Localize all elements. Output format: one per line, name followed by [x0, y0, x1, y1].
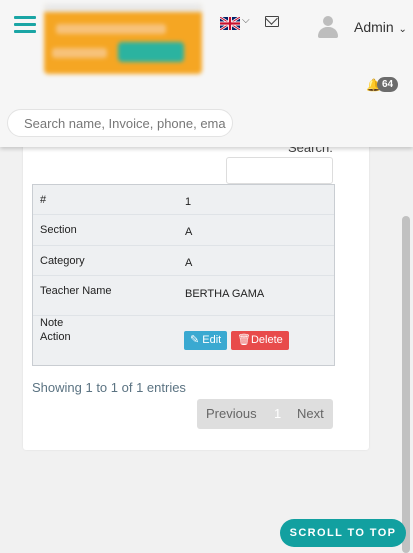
table-row: Teacher Name BERTHA GAMA [33, 276, 334, 316]
current-page-button[interactable]: 1 [274, 406, 281, 421]
table-row: # 1 [33, 185, 334, 215]
scrollbar-thumb[interactable] [402, 216, 410, 553]
envelope-icon[interactable] [265, 16, 279, 27]
global-search [7, 109, 233, 137]
table-info: Showing 1 to 1 of 1 entries [32, 380, 186, 395]
row-key: Teacher Name [40, 285, 112, 297]
row-key: Action [40, 331, 71, 343]
pagination: Previous 1 Next [197, 399, 333, 429]
global-search-input[interactable] [8, 110, 232, 136]
row-key: Note [40, 317, 64, 326]
row-key: # [40, 194, 47, 206]
edit-button[interactable]: ✎ Edit [184, 331, 228, 350]
top-header: ⌵ Admin ⌄ 🔔 64 [0, 0, 413, 147]
chevron-down-icon: ⌄ [395, 24, 407, 35]
user-name: Admin [354, 19, 394, 35]
row-value: 1 [185, 196, 192, 208]
uk-flag-icon[interactable] [220, 17, 240, 30]
next-page-button[interactable]: Next [297, 406, 324, 421]
edit-label: Edit [202, 334, 222, 346]
language-dropdown-caret-icon[interactable]: ⌵ [242, 15, 250, 26]
delete-label: Delete [250, 334, 283, 346]
row-value: A [185, 226, 193, 238]
notification-badge: 64 [377, 77, 399, 92]
table-search-input[interactable] [226, 157, 333, 184]
detail-table: # 1 Section A Category A Teacher Name BE… [32, 184, 335, 366]
row-key: Category [40, 255, 85, 267]
school-logo [44, 4, 202, 74]
row-value: A [185, 257, 193, 269]
table-row: Section A [33, 215, 334, 246]
row-key: Section [40, 224, 77, 236]
previous-page-button[interactable]: Previous [206, 406, 257, 421]
table-row: Category A [33, 246, 334, 276]
user-avatar-icon[interactable] [318, 16, 338, 38]
user-menu[interactable]: Admin ⌄ [354, 19, 407, 35]
scroll-to-top-button[interactable]: SCROLL TO TOP [280, 519, 406, 547]
table-row: Note [33, 316, 334, 326]
menu-toggle-icon[interactable] [14, 16, 36, 34]
delete-button[interactable]: 🗑Delete [231, 331, 289, 350]
row-value: BERTHA GAMA [185, 288, 265, 300]
